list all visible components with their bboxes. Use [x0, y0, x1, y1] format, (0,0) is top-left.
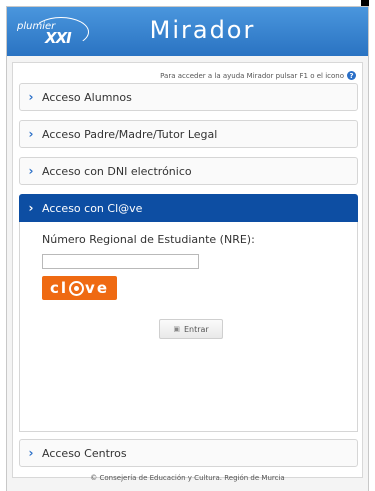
clave-at-icon [69, 280, 85, 296]
chevron-right-icon: › [28, 164, 34, 178]
accordion-label: Acceso Alumnos [42, 90, 132, 104]
accordion-label: Acceso Centros [42, 446, 127, 460]
accordion-label: Acceso con DNI electrónico [42, 164, 192, 178]
chevron-right-icon: › [28, 446, 34, 460]
accordion-acceso-alumnos[interactable]: › Acceso Alumnos [19, 83, 358, 111]
accordion-label: Acceso Padre/Madre/Tutor Legal [42, 127, 218, 141]
chevron-right-icon: › [28, 127, 34, 141]
entrar-button[interactable]: ▣ Entrar [159, 319, 223, 339]
nre-label: Número Regional de Estudiante (NRE): [42, 233, 255, 246]
accordion-acceso-padres[interactable]: › Acceso Padre/Madre/Tutor Legal [19, 120, 358, 148]
app-title: Mirador [149, 16, 256, 44]
clave-login-button[interactable]: cl ve [42, 276, 117, 300]
entrar-label: Entrar [183, 324, 209, 334]
header-bar: plumier XXI Mirador [7, 7, 368, 56]
help-text: Para acceder a la ayuda Mirador pulsar F… [160, 71, 344, 80]
clave-panel: Número Regional de Estudiante (NRE): cl … [19, 222, 358, 432]
chevron-right-icon: › [28, 90, 34, 104]
footer-copyright: © Consejería de Educación y Cultura. Reg… [90, 474, 285, 482]
help-line: Para acceder a la ayuda Mirador pulsar F… [160, 71, 356, 80]
accordion-acceso-clave[interactable]: › Acceso con Cl@ve [19, 194, 358, 222]
nre-input[interactable] [42, 254, 199, 269]
help-icon[interactable]: ? [347, 71, 356, 80]
accordion-acceso-dni[interactable]: › Acceso con DNI electrónico [19, 157, 358, 185]
corner-mark [361, 0, 369, 6]
accordion-acceso-centros[interactable]: › Acceso Centros [19, 439, 358, 467]
chevron-right-icon: › [28, 201, 34, 215]
lock-icon: ▣ [173, 325, 180, 333]
login-panel: Para acceder a la ayuda Mirador pulsar F… [12, 62, 363, 478]
accordion-label: Acceso con Cl@ve [42, 201, 143, 215]
